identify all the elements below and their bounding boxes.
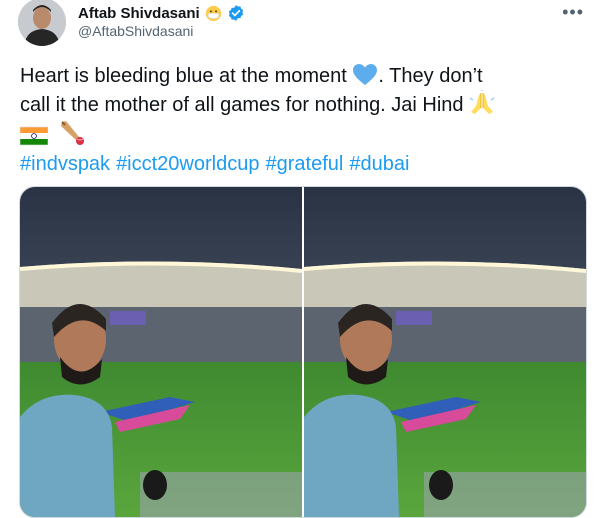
- tweet-line-1: Heart is bleeding blue at the moment . T…: [20, 62, 590, 90]
- more-icon[interactable]: •••: [562, 2, 584, 23]
- author-name[interactable]: Aftab Shivdasani: [78, 5, 200, 22]
- hashtag-link[interactable]: #grateful: [265, 153, 343, 175]
- tweet-photo-1[interactable]: [20, 187, 302, 517]
- tweet-photo-2[interactable]: [304, 187, 586, 517]
- tweet-line-3: [20, 119, 590, 150]
- tweet-text-part: Heart is bleeding blue at the moment: [20, 65, 353, 87]
- tweet-text-part: call it the mother of all games for noth…: [20, 94, 470, 116]
- tweet-line-2: call it the mother of all games for noth…: [20, 90, 590, 119]
- blue-heart-emoji: [353, 64, 378, 85]
- verified-badge-icon: [228, 5, 243, 21]
- tweet-media: [19, 186, 587, 518]
- face-with-mask-emoji: [205, 5, 221, 21]
- author-name-row: Aftab Shivdasani: [78, 2, 245, 24]
- tweet-text-part: . They don’t: [378, 65, 483, 87]
- hashtag-link[interactable]: #dubai: [349, 153, 409, 175]
- author-avatar[interactable]: [18, 0, 66, 46]
- folded-hands-emoji: [469, 90, 495, 114]
- hashtag-line: #indvspak #icct20worldcup #grateful #dubai: [20, 150, 590, 178]
- cricket-bat-emoji: [61, 121, 85, 145]
- hashtag-link[interactable]: #indvspak: [20, 153, 110, 175]
- india-flag-emoji: [20, 126, 48, 146]
- tweet-body: Heart is bleeding blue at the moment . T…: [20, 62, 590, 178]
- hashtag-link[interactable]: #icct20worldcup: [116, 153, 259, 175]
- author-handle[interactable]: @AftabShivdasani: [78, 23, 193, 39]
